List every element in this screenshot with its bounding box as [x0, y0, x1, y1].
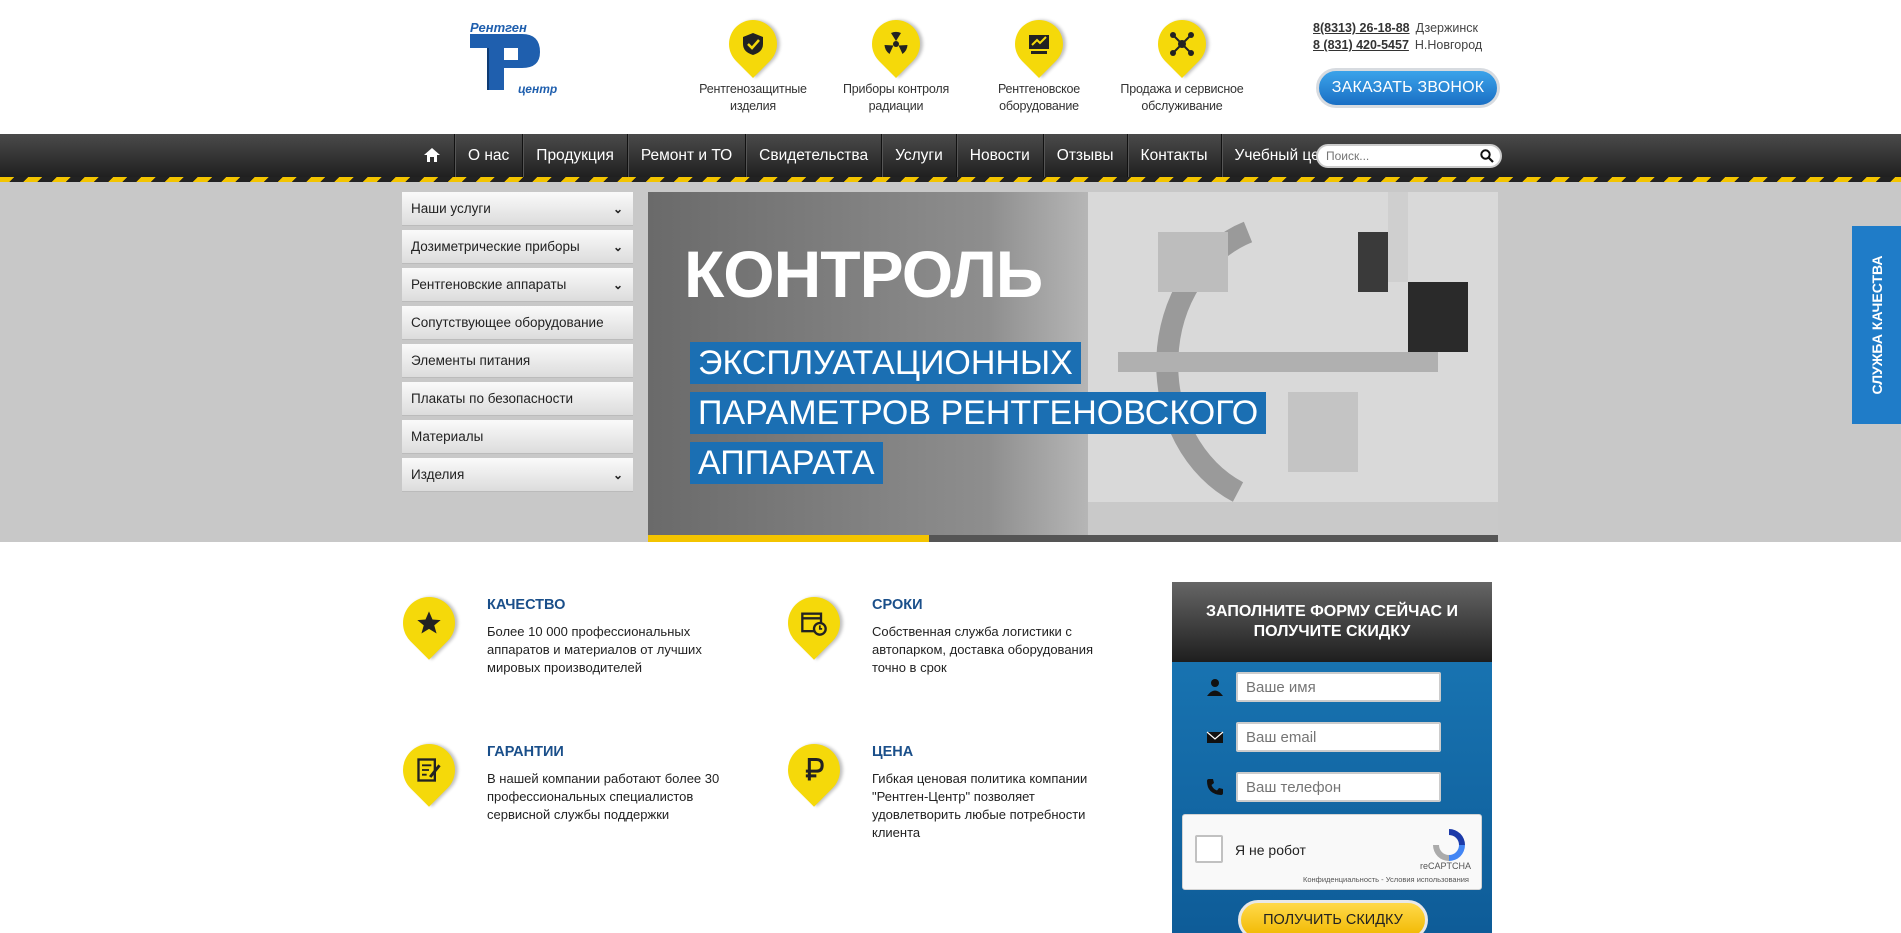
- nav-news[interactable]: Новости: [957, 134, 1044, 177]
- recaptcha-privacy-links[interactable]: Конфиденциальность - Условия использован…: [1303, 875, 1469, 884]
- recaptcha-widget: Я не робот reCAPTCHA Конфиденциальность …: [1182, 814, 1482, 890]
- nav-home[interactable]: [410, 134, 455, 177]
- sidebar-item-dosimeters[interactable]: Дозиметрические приборы ⌄: [402, 230, 633, 264]
- form-title: ЗАПОЛНИТЕ ФОРМУ СЕЙЧАС И ПОЛУЧИТЕ СКИДКУ: [1172, 582, 1492, 662]
- form-row-name: [1172, 672, 1492, 702]
- site-header: Рентген центр Рентгенозащитные изделия П…: [0, 0, 1901, 134]
- phone-city: Дзержинск: [1415, 21, 1478, 35]
- nav-products[interactable]: Продукция: [523, 134, 628, 177]
- sidebar-item-label: Материалы: [411, 429, 484, 444]
- radiation-icon: [862, 10, 930, 78]
- ruble-icon: [777, 733, 851, 807]
- nav-repair[interactable]: Ремонт и ТО: [628, 134, 747, 177]
- category-label: Рентгенозащитные изделия: [699, 82, 807, 113]
- sidebar-item-xray-apparatus[interactable]: Рентгеновские аппараты ⌄: [402, 268, 633, 302]
- category-label: Продажа и сервисное обслуживание: [1120, 82, 1244, 113]
- slider-progress-fill: [648, 535, 929, 542]
- home-icon: [424, 148, 440, 162]
- phone-block: 8(8313) 26-18-88 Дзержинск 8 (831) 420-54…: [1313, 20, 1482, 54]
- category-sales-service[interactable]: Продажа и сервисное обслуживание: [1120, 10, 1244, 115]
- xray-equipment-icon: [1005, 10, 1073, 78]
- nav-certificates[interactable]: Свидетельства: [746, 134, 883, 177]
- phone-icon: [1207, 779, 1223, 795]
- sidebar-menu: Наши услуги ⌄ Дозиметрические приборы ⌄ Ре…: [402, 192, 633, 496]
- category-radioprotective[interactable]: Рентгенозащитные изделия: [691, 10, 815, 115]
- nav-services[interactable]: Услуги: [882, 134, 957, 177]
- category-label: Приборы контроля радиации: [842, 82, 950, 113]
- name-field[interactable]: [1236, 672, 1441, 702]
- phone-city: Н.Новгород: [1414, 38, 1483, 52]
- feature-text: Более 10 000 профессиональных аппаратов …: [487, 624, 702, 675]
- discount-form: ЗАПОЛНИТЕ ФОРМУ СЕЙЧАС И ПОЛУЧИТЕ СКИДКУ…: [1172, 582, 1492, 933]
- sidebar-item-label: Сопутствующее оборудование: [411, 315, 604, 330]
- category-label: Рентгеновское оборудование: [997, 82, 1081, 113]
- chevron-down-icon: ⌄: [612, 468, 623, 482]
- sidebar-item-materials[interactable]: Материалы: [402, 420, 633, 454]
- slide-line-3: АППАРАТА: [690, 442, 883, 484]
- phone-line-2: 8 (831) 420-5457 Н.Новгород: [1313, 37, 1482, 54]
- sidebar-item-safety-posters[interactable]: Плакаты по безопасности: [402, 382, 633, 416]
- phone-number[interactable]: 8(8313) 26-18-88: [1313, 21, 1410, 35]
- nav-contacts[interactable]: Контакты: [1128, 134, 1222, 177]
- sidebar-item-label: Плакаты по безопасности: [411, 391, 574, 406]
- quality-service-label: СЛУЖБА КАЧЕСТВА: [1868, 255, 1885, 395]
- category-xray-equipment[interactable]: Рентгеновское оборудование: [977, 10, 1101, 115]
- sidebar-item-batteries[interactable]: Элементы питания: [402, 344, 633, 378]
- logo-text-top: Рентген: [470, 20, 527, 35]
- hero-slider[interactable]: КОНТРОЛЬ ЭКСПЛУАТАЦИОННЫХ ПАРАМЕТРОВ РЕН…: [648, 192, 1498, 542]
- sidebar-item-label: Изделия: [411, 467, 465, 482]
- feature-title: ГАРАНТИИ: [487, 744, 564, 760]
- feature-text: Собственная служба логистики с автопарко…: [872, 624, 1094, 675]
- user-icon: [1207, 679, 1223, 696]
- order-call-button[interactable]: ЗАКАЗАТЬ ЗВОНОК: [1316, 68, 1500, 108]
- recaptcha-label: Я не робот: [1235, 842, 1306, 858]
- document-pen-icon: [392, 733, 466, 807]
- xray-machine-image: [1088, 192, 1498, 535]
- search-box: [1316, 144, 1502, 168]
- feature-title: КАЧЕСТВО: [487, 597, 566, 613]
- search-icon[interactable]: [1480, 149, 1494, 163]
- sidebar-item-related-equipment[interactable]: Сопутствующее оборудование: [402, 306, 633, 340]
- recaptcha-brand: reCAPTCHA: [1419, 861, 1471, 871]
- nav-about[interactable]: О нас: [455, 134, 524, 177]
- shield-check-icon: [719, 10, 787, 78]
- sidebar-item-our-services[interactable]: Наши услуги ⌄: [402, 192, 633, 226]
- chevron-down-icon: ⌄: [612, 240, 623, 254]
- phone-line-1: 8(8313) 26-18-88 Дзержинск: [1313, 20, 1482, 37]
- slider-progress: [648, 535, 1498, 542]
- feature-text: В нашей компании работают более 30 профе…: [487, 771, 720, 822]
- sidebar-item-label: Рентгеновские аппараты: [411, 277, 567, 292]
- calendar-clock-icon: [777, 586, 851, 660]
- email-field[interactable]: [1236, 722, 1441, 752]
- recaptcha-icon: [1433, 829, 1465, 861]
- slide-title: КОНТРОЛЬ: [684, 237, 1043, 311]
- get-discount-button[interactable]: ПОЛУЧИТЬ СКИДКУ: [1238, 900, 1428, 933]
- logo-text-bottom: центр: [518, 82, 558, 96]
- chevron-down-icon: ⌄: [612, 278, 623, 292]
- search-input[interactable]: [1326, 146, 1476, 166]
- sidebar-item-label: Элементы питания: [411, 353, 531, 368]
- category-radiation-devices[interactable]: Приборы контроля радиации: [834, 10, 958, 115]
- sidebar-item-label: Дозиметрические приборы: [411, 239, 580, 254]
- recaptcha-checkbox[interactable]: [1195, 835, 1223, 863]
- chevron-down-icon: ⌄: [612, 202, 623, 216]
- form-row-phone: [1172, 772, 1492, 802]
- phone-number[interactable]: 8 (831) 420-5457: [1313, 38, 1409, 52]
- quality-service-tab[interactable]: СЛУЖБА КАЧЕСТВА: [1852, 226, 1901, 424]
- envelope-icon: [1206, 731, 1224, 743]
- network-service-icon: [1148, 10, 1216, 78]
- sidebar-item-products[interactable]: Изделия ⌄: [402, 458, 633, 492]
- phone-field[interactable]: [1236, 772, 1441, 802]
- feature-text: Гибкая ценовая политика компании "Рентге…: [872, 771, 1088, 840]
- sidebar-item-label: Наши услуги: [411, 201, 491, 216]
- slide-line-2: ПАРАМЕТРОВ РЕНТГЕНОВСКОГО: [690, 392, 1267, 434]
- site-logo[interactable]: Рентген центр: [462, 18, 572, 104]
- feature-title: ЦЕНА: [872, 744, 914, 760]
- star-icon: [392, 586, 466, 660]
- nav-items: О нас Продукция Ремонт и ТО Свидетельств…: [410, 134, 1357, 177]
- nav-reviews[interactable]: Отзывы: [1044, 134, 1128, 177]
- form-row-email: [1172, 722, 1492, 752]
- feature-title: СРОКИ: [872, 597, 923, 613]
- slide-line-1: ЭКСПЛУАТАЦИОННЫХ: [690, 342, 1081, 384]
